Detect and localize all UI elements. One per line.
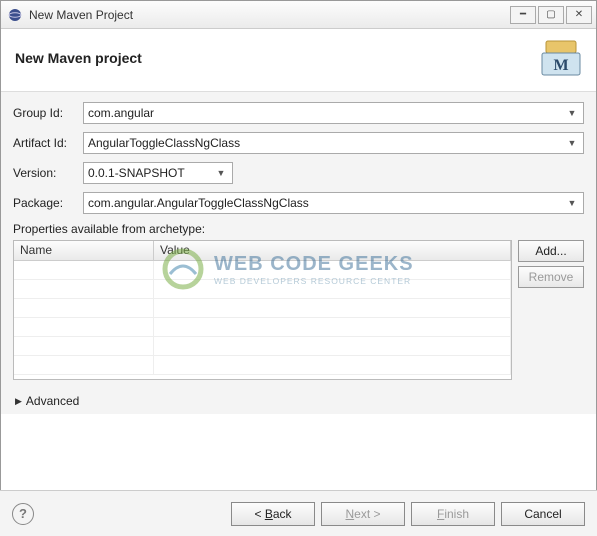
version-label: Version:	[13, 166, 83, 180]
column-header-name[interactable]: Name	[14, 241, 154, 260]
next-button[interactable]: Next >	[321, 502, 405, 526]
column-header-value[interactable]: Value	[154, 241, 511, 260]
package-field[interactable]: com.angular.AngularToggleClassNgClass ▼	[83, 192, 584, 214]
properties-table[interactable]: Name Value	[13, 240, 512, 380]
dropdown-icon[interactable]: ▼	[214, 168, 228, 178]
dropdown-icon[interactable]: ▼	[565, 108, 579, 118]
dropdown-icon[interactable]: ▼	[565, 198, 579, 208]
table-row[interactable]	[14, 318, 511, 337]
close-button[interactable]: ✕	[566, 6, 592, 24]
table-row[interactable]	[14, 337, 511, 356]
groupid-field[interactable]: com.angular ▼	[83, 102, 584, 124]
version-value: 0.0.1-SNAPSHOT	[88, 166, 214, 180]
wizard-footer: ? < Back Next > Finish Cancel	[0, 490, 597, 536]
finish-button[interactable]: Finish	[411, 502, 495, 526]
artifactid-field[interactable]: AngularToggleClassNgClass ▼	[83, 132, 584, 154]
properties-table-body	[14, 261, 511, 375]
properties-section-label: Properties available from archetype:	[13, 222, 584, 236]
package-label: Package:	[13, 196, 83, 210]
help-icon[interactable]: ?	[12, 503, 34, 525]
dropdown-icon[interactable]: ▼	[565, 138, 579, 148]
table-row[interactable]	[14, 261, 511, 280]
back-button[interactable]: < Back	[231, 502, 315, 526]
groupid-label: Group Id:	[13, 106, 83, 120]
advanced-label: Advanced	[26, 394, 79, 408]
maven-banner-icon: M	[540, 39, 582, 77]
cancel-button[interactable]: Cancel	[501, 502, 585, 526]
titlebar: New Maven Project ━ ▢ ✕	[1, 1, 596, 29]
minimize-button[interactable]: ━	[510, 6, 536, 24]
svg-text:M: M	[553, 57, 568, 74]
maximize-button[interactable]: ▢	[538, 6, 564, 24]
package-value: com.angular.AngularToggleClassNgClass	[88, 196, 565, 210]
expand-icon: ▶	[15, 396, 22, 407]
window-title: New Maven Project	[29, 8, 510, 22]
remove-button[interactable]: Remove	[518, 266, 584, 288]
version-field[interactable]: 0.0.1-SNAPSHOT ▼	[83, 162, 233, 184]
artifactid-value: AngularToggleClassNgClass	[88, 136, 565, 150]
groupid-value: com.angular	[88, 106, 565, 120]
page-title: New Maven project	[15, 50, 540, 66]
table-row[interactable]	[14, 299, 511, 318]
form-area: Group Id: com.angular ▼ Artifact Id: Ang…	[1, 92, 596, 414]
advanced-toggle[interactable]: ▶ Advanced	[15, 394, 584, 408]
table-row[interactable]	[14, 280, 511, 299]
table-row[interactable]	[14, 356, 511, 375]
eclipse-icon	[7, 7, 23, 23]
artifactid-label: Artifact Id:	[13, 136, 83, 150]
add-button[interactable]: Add...	[518, 240, 584, 262]
wizard-header: New Maven project M	[1, 29, 596, 92]
